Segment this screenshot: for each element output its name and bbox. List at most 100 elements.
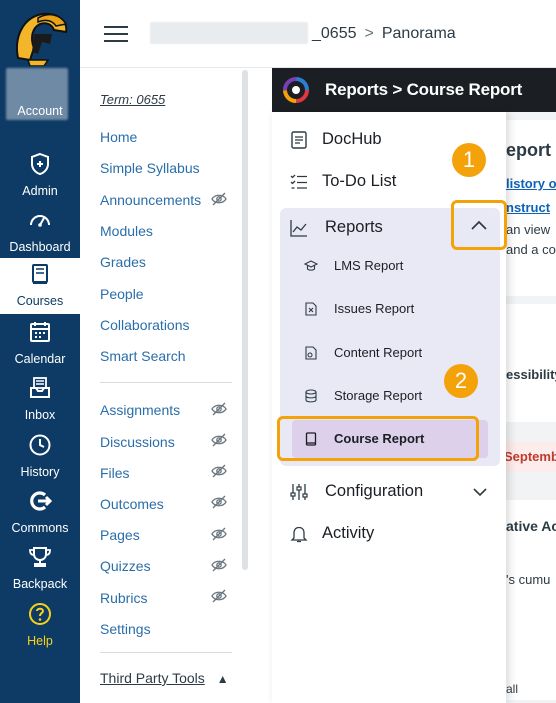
global-nav-backpack[interactable]: Backpack <box>0 541 80 597</box>
global-nav-admin[interactable]: Admin <box>0 148 80 204</box>
dashboard-icon <box>30 215 50 227</box>
course-nav-announcements[interactable]: Announcements <box>100 192 201 208</box>
accessibility-heading: essibility <box>506 367 556 382</box>
course-nav-modules[interactable]: Modules <box>100 223 153 239</box>
document-icon <box>291 131 307 149</box>
course-nav-divider <box>100 652 232 653</box>
course-nav-simple-syllabus[interactable]: Simple Syllabus <box>100 160 200 176</box>
panorama-logo-icon <box>283 77 309 103</box>
cumulative-heading: ative Ac <box>506 518 556 534</box>
panorama-title: Reports > Course Report <box>325 80 523 99</box>
breadcrumb-redacted <box>150 22 308 44</box>
submenu-label: Issues Report <box>334 301 415 316</box>
course-nav-discussions[interactable]: Discussions <box>100 434 175 450</box>
hamburger-menu-icon[interactable] <box>104 24 128 44</box>
global-nav-label: Backpack <box>12 577 68 591</box>
submenu-lms-report[interactable]: LMS Report <box>292 247 488 285</box>
course-nav: Term: 0655 Home Simple Syllabus Announce… <box>80 68 250 703</box>
breadcrumb: _0655 > Panorama <box>312 25 456 43</box>
global-nav-inbox[interactable]: Inbox <box>0 372 80 428</box>
global-nav-account[interactable]: Account <box>0 68 80 124</box>
sliders-icon <box>290 484 308 500</box>
callout-highlight-2 <box>277 416 479 461</box>
course-nav-files[interactable]: Files <box>100 465 130 481</box>
course-nav-quizzes[interactable]: Quizzes <box>100 558 151 574</box>
graduation-cap-icon <box>304 260 318 271</box>
submenu-label: Content Report <box>334 345 423 360</box>
course-nav-grades[interactable]: Grades <box>100 254 146 270</box>
global-nav-history[interactable]: History <box>0 429 80 485</box>
global-nav-label: Courses <box>16 294 64 308</box>
spartan-logo[interactable] <box>8 8 72 66</box>
triangle-up-icon: ▲ <box>216 672 229 686</box>
global-nav-label: Dashboard <box>9 240 71 254</box>
panorama-header: Reports > Course Report <box>272 68 556 112</box>
submenu-issues-report[interactable]: Issues Report <box>292 290 488 328</box>
eye-slash-icon <box>211 433 227 447</box>
clock-icon <box>29 434 51 456</box>
course-nav-outcomes[interactable]: Outcomes <box>100 496 164 512</box>
global-nav-help[interactable]: Help <box>0 598 80 654</box>
cumulative-text: 's cumu <box>506 572 551 587</box>
eye-slash-icon <box>211 558 227 572</box>
global-nav-calendar[interactable]: Calendar <box>0 316 80 372</box>
course-nav-smart-search[interactable]: Smart Search <box>100 348 186 364</box>
submenu-label: LMS Report <box>334 258 404 273</box>
chart-line-icon <box>290 220 307 237</box>
global-nav-dashboard[interactable]: Dashboard <box>0 204 80 260</box>
report-description: an view <box>506 222 551 237</box>
scrollbar-thumb[interactable] <box>242 70 248 570</box>
global-nav: Account Admin Dashboard Courses Calendar… <box>0 0 80 703</box>
breadcrumb-page: Panorama <box>381 25 456 42</box>
database-icon <box>305 389 317 403</box>
breadcrumb-separator: > <box>364 25 374 42</box>
calendar-icon <box>30 322 50 342</box>
breadcrumb-course[interactable]: _0655 <box>312 25 357 42</box>
global-nav-label: History <box>20 465 60 479</box>
third-party-tools-label: Third Party Tools <box>100 670 205 686</box>
menu-item-configuration[interactable]: Configuration <box>272 472 506 512</box>
third-party-tools-toggle[interactable]: Third Party Tools ▲ <box>100 670 229 686</box>
course-nav-home[interactable]: Home <box>100 129 137 145</box>
history-link[interactable]: listory o <box>506 176 556 191</box>
global-nav-label: Commons <box>11 521 69 535</box>
top-header: _0655 > Panorama <box>80 0 556 68</box>
instructor-link[interactable]: nstruct <box>506 200 550 215</box>
issue-file-icon <box>305 302 317 316</box>
global-nav-commons[interactable]: Commons <box>0 485 80 541</box>
course-nav-assignments[interactable]: Assignments <box>100 402 180 418</box>
trophy-icon <box>29 547 51 567</box>
checklist-icon <box>290 174 307 189</box>
course-nav-pages[interactable]: Pages <box>100 527 140 543</box>
chevron-down-icon[interactable] <box>472 486 488 498</box>
global-nav-label: Calendar <box>14 352 66 366</box>
report-description: and a co <box>506 242 556 257</box>
view-all-text: all <box>506 682 519 696</box>
term-label[interactable]: Term: 0655 <box>100 92 165 107</box>
chevron-up-icon[interactable] <box>470 218 488 232</box>
menu-item-label: DocHub <box>322 130 382 148</box>
eye-slash-icon <box>211 589 227 603</box>
report-heading: eport <box>506 140 551 160</box>
global-nav-courses[interactable]: Courses <box>0 258 80 314</box>
eye-slash-icon <box>211 464 227 478</box>
help-icon <box>29 603 51 625</box>
shield-icon <box>31 152 49 176</box>
course-nav-scrollbar[interactable] <box>242 70 248 570</box>
course-nav-settings[interactable]: Settings <box>100 621 151 637</box>
global-nav-label: Inbox <box>24 408 56 422</box>
callout-badge-1: 1 <box>452 143 486 177</box>
menu-item-activity[interactable]: Activity <box>272 514 506 554</box>
commons-icon <box>30 491 52 511</box>
course-nav-rubrics[interactable]: Rubrics <box>100 590 147 606</box>
course-nav-collaborations[interactable]: Collaborations <box>100 317 190 333</box>
course-nav-divider <box>100 382 232 383</box>
eye-slash-icon <box>211 192 227 206</box>
canvas-screen: Account Admin Dashboard Courses Calendar… <box>0 0 556 703</box>
callout-badge-2: 2 <box>444 364 478 398</box>
course-nav-people[interactable]: People <box>100 286 144 302</box>
menu-item-label: Activity <box>322 524 375 542</box>
inbox-icon <box>30 377 50 398</box>
submenu-label: Storage Report <box>334 388 423 403</box>
book-icon <box>32 264 48 284</box>
